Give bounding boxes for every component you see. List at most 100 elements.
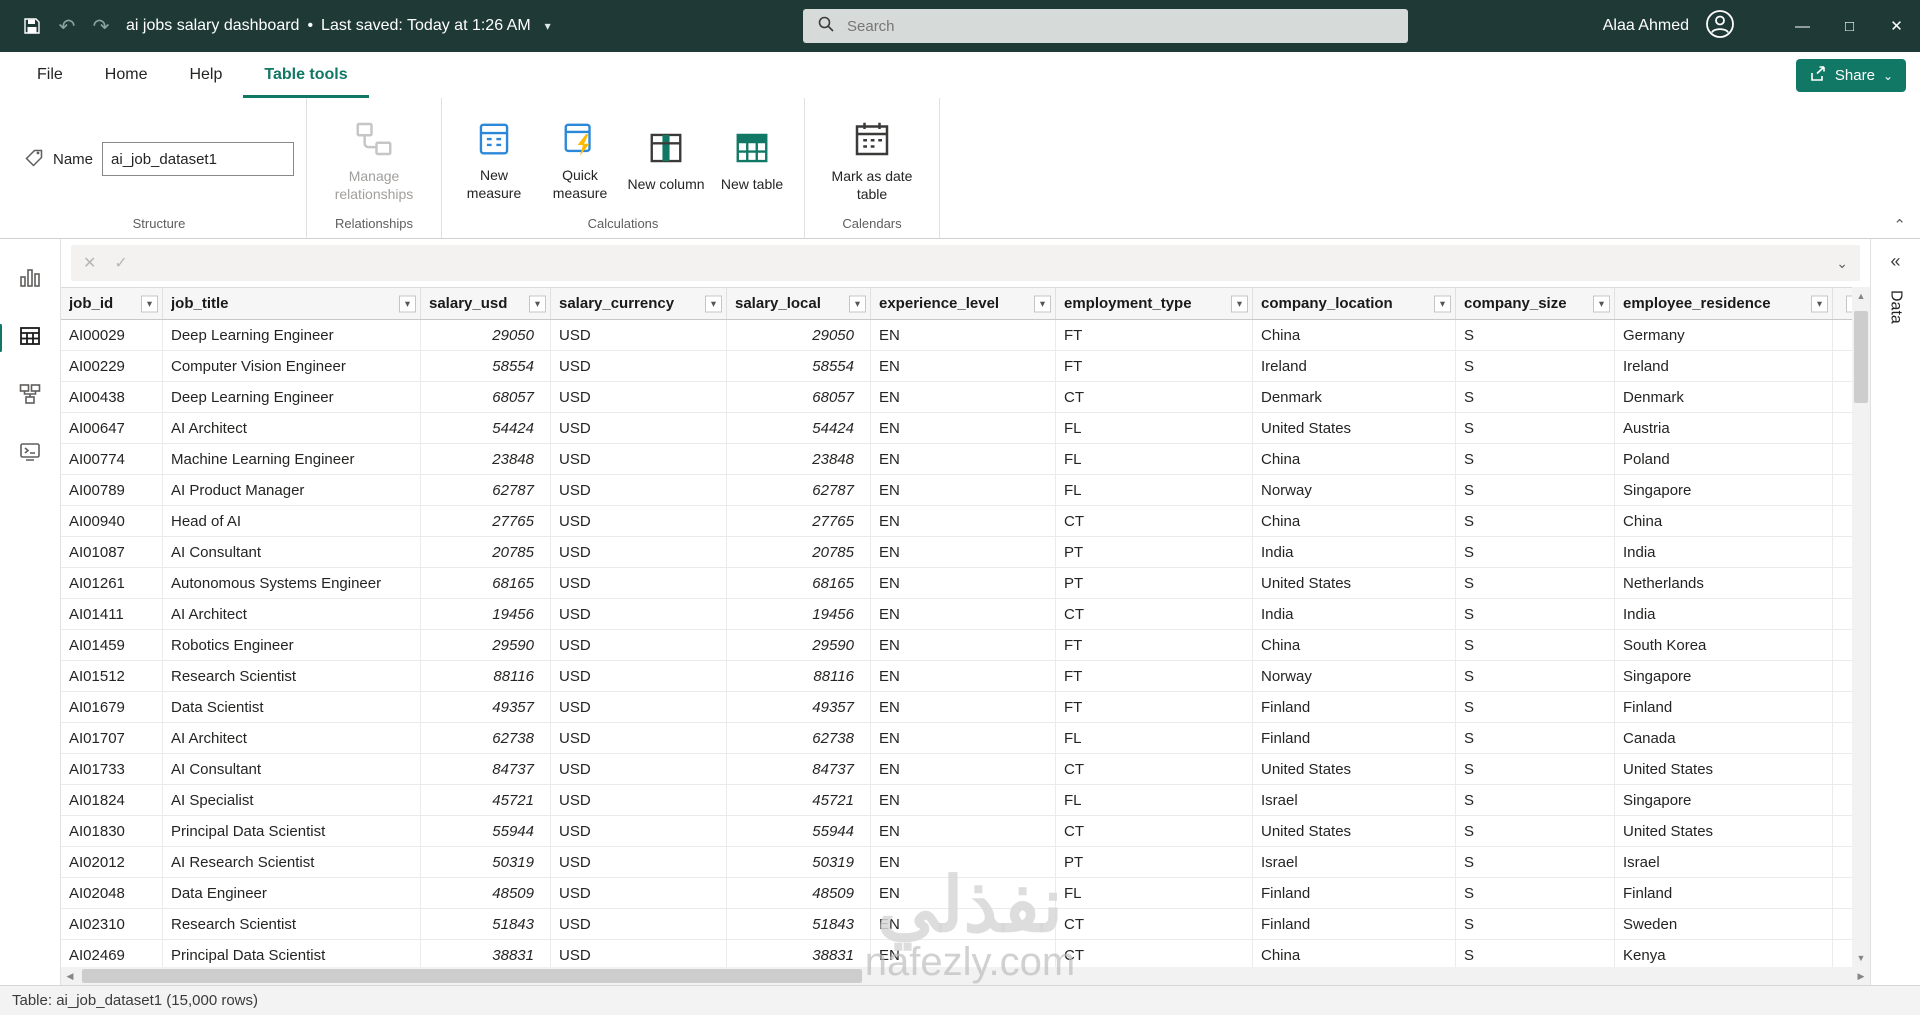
cell-employee_residence[interactable]: Netherlands	[1615, 568, 1833, 598]
cell-company_size[interactable]: S	[1456, 351, 1615, 381]
cell-job_title[interactable]: Principal Data Scientist	[163, 940, 421, 967]
avatar[interactable]	[1705, 9, 1735, 44]
cell-employee_residence[interactable]: South Korea	[1615, 630, 1833, 660]
cell-company_location[interactable]: Norway	[1253, 661, 1456, 691]
collapse-ribbon-icon[interactable]: ⌃	[1893, 216, 1906, 234]
cell-job_title[interactable]: Computer Vision Engineer	[163, 351, 421, 381]
cell-salary_local[interactable]: 62787	[727, 475, 871, 505]
cell-company_location[interactable]: China	[1253, 320, 1456, 350]
cell-job_title[interactable]: Research Scientist	[163, 661, 421, 691]
cell-employment_type[interactable]: PT	[1056, 537, 1253, 567]
manage-relationships-button[interactable]: Manage relationships	[319, 115, 429, 204]
cell-employee_residence[interactable]: Ireland	[1615, 351, 1833, 381]
scroll-right-icon[interactable]: ▶	[1852, 971, 1870, 982]
cell-employment_type[interactable]: FL	[1056, 444, 1253, 474]
cell-salary_currency[interactable]: USD	[551, 847, 727, 877]
cell-company_size[interactable]: S	[1456, 785, 1615, 815]
formula-expand-icon[interactable]: ⌄	[1836, 255, 1848, 272]
cell-job_id[interactable]: AI01707	[61, 723, 163, 753]
cell-employee_residence[interactable]: Poland	[1615, 444, 1833, 474]
filter-icon[interactable]: ▾	[529, 295, 546, 312]
filter-icon[interactable]: ▾	[141, 295, 158, 312]
cell-salary_currency[interactable]: USD	[551, 754, 727, 784]
cell-company_size[interactable]: S	[1456, 878, 1615, 908]
cell-salary_local[interactable]: 62738	[727, 723, 871, 753]
cell-salary_usd[interactable]: 54424	[421, 413, 551, 443]
cell-salary_local[interactable]: 50319	[727, 847, 871, 877]
column-header-salary_currency[interactable]: salary_currency ▾	[551, 288, 727, 319]
cell-experience_level[interactable]: EN	[871, 475, 1056, 505]
cell-job_id[interactable]: AI01679	[61, 692, 163, 722]
cell-experience_level[interactable]: EN	[871, 754, 1056, 784]
cell-experience_level[interactable]: EN	[871, 599, 1056, 629]
cell-company_location[interactable]: Norway	[1253, 475, 1456, 505]
cell-job_id[interactable]: AI00789	[61, 475, 163, 505]
cell-job_id[interactable]: AI00229	[61, 351, 163, 381]
cell-company_size[interactable]: S	[1456, 475, 1615, 505]
cell-company_size[interactable]: S	[1456, 506, 1615, 536]
cell-salary_usd[interactable]: 27765	[421, 506, 551, 536]
tab-table-tools[interactable]: Table tools	[243, 52, 368, 98]
cell-salary_currency[interactable]: USD	[551, 723, 727, 753]
cell-employee_residence[interactable]: Singapore	[1615, 661, 1833, 691]
cell-experience_level[interactable]: EN	[871, 878, 1056, 908]
cell-company_size[interactable]: S	[1456, 692, 1615, 722]
cell-salary_local[interactable]: 29590	[727, 630, 871, 660]
cell-employee_residence[interactable]: Singapore	[1615, 475, 1833, 505]
document-title[interactable]: ai jobs salary dashboard • Last saved: T…	[126, 17, 551, 35]
column-header-job_title[interactable]: job_title ▾	[163, 288, 421, 319]
cell-employment_type[interactable]: FT	[1056, 692, 1253, 722]
cell-company_size[interactable]: S	[1456, 723, 1615, 753]
vertical-scroll-track[interactable]	[1852, 305, 1870, 949]
sidebar-item-model-view[interactable]	[10, 377, 50, 415]
cell-company_location[interactable]: China	[1253, 630, 1456, 660]
cell-salary_usd[interactable]: 23848	[421, 444, 551, 474]
cell-company_size[interactable]: S	[1456, 909, 1615, 939]
cell-job_title[interactable]: AI Research Scientist	[163, 847, 421, 877]
save-icon[interactable]	[14, 8, 50, 44]
horizontal-scroll-track[interactable]	[79, 967, 1852, 985]
cell-salary_usd[interactable]: 45721	[421, 785, 551, 815]
cell-employee_residence[interactable]: India	[1615, 599, 1833, 629]
cell-experience_level[interactable]: EN	[871, 785, 1056, 815]
cell-employee_residence[interactable]: Kenya	[1615, 940, 1833, 967]
minimize-button[interactable]: —	[1779, 0, 1826, 52]
cell-experience_level[interactable]: EN	[871, 847, 1056, 877]
cell-job_id[interactable]: AI02469	[61, 940, 163, 967]
filter-icon[interactable]: ▾	[1593, 295, 1610, 312]
cell-salary_currency[interactable]: USD	[551, 413, 727, 443]
horizontal-scroll-thumb[interactable]	[82, 969, 863, 983]
cell-experience_level[interactable]: EN	[871, 568, 1056, 598]
cell-job_title[interactable]: AI Product Manager	[163, 475, 421, 505]
cell-company_location[interactable]: China	[1253, 506, 1456, 536]
cell-company_location[interactable]: Finland	[1253, 692, 1456, 722]
sidebar-item-report-view[interactable]	[10, 261, 50, 299]
user-name[interactable]: Alaa Ahmed	[1603, 17, 1689, 35]
cell-salary_usd[interactable]: 62787	[421, 475, 551, 505]
cell-job_title[interactable]: Autonomous Systems Engineer	[163, 568, 421, 598]
cell-salary_usd[interactable]: 62738	[421, 723, 551, 753]
cell-salary_usd[interactable]: 19456	[421, 599, 551, 629]
cell-salary_currency[interactable]: USD	[551, 351, 727, 381]
column-header-company_size[interactable]: company_size ▾	[1456, 288, 1615, 319]
cell-job_title[interactable]: AI Consultant	[163, 537, 421, 567]
cell-company_location[interactable]: China	[1253, 940, 1456, 967]
column-header-experience_level[interactable]: experience_level ▾	[871, 288, 1056, 319]
cell-experience_level[interactable]: EN	[871, 537, 1056, 567]
title-dropdown-icon[interactable]: ▾	[545, 19, 551, 33]
cell-salary_local[interactable]: 88116	[727, 661, 871, 691]
tab-file[interactable]: File	[16, 52, 84, 98]
cell-job_title[interactable]: Deep Learning Engineer	[163, 382, 421, 412]
cell-experience_level[interactable]: EN	[871, 661, 1056, 691]
new-measure-button[interactable]: New measure	[454, 116, 534, 203]
column-header-salary_local[interactable]: salary_local ▾	[727, 288, 871, 319]
cell-salary_local[interactable]: 58554	[727, 351, 871, 381]
cell-job_id[interactable]: AI01824	[61, 785, 163, 815]
cell-salary_currency[interactable]: USD	[551, 382, 727, 412]
cell-salary_usd[interactable]: 29590	[421, 630, 551, 660]
cell-salary_usd[interactable]: 20785	[421, 537, 551, 567]
cell-employment_type[interactable]: CT	[1056, 940, 1253, 967]
cell-company_location[interactable]: United States	[1253, 754, 1456, 784]
cell-employee_residence[interactable]: Sweden	[1615, 909, 1833, 939]
filter-icon[interactable]: ▾	[1434, 295, 1451, 312]
